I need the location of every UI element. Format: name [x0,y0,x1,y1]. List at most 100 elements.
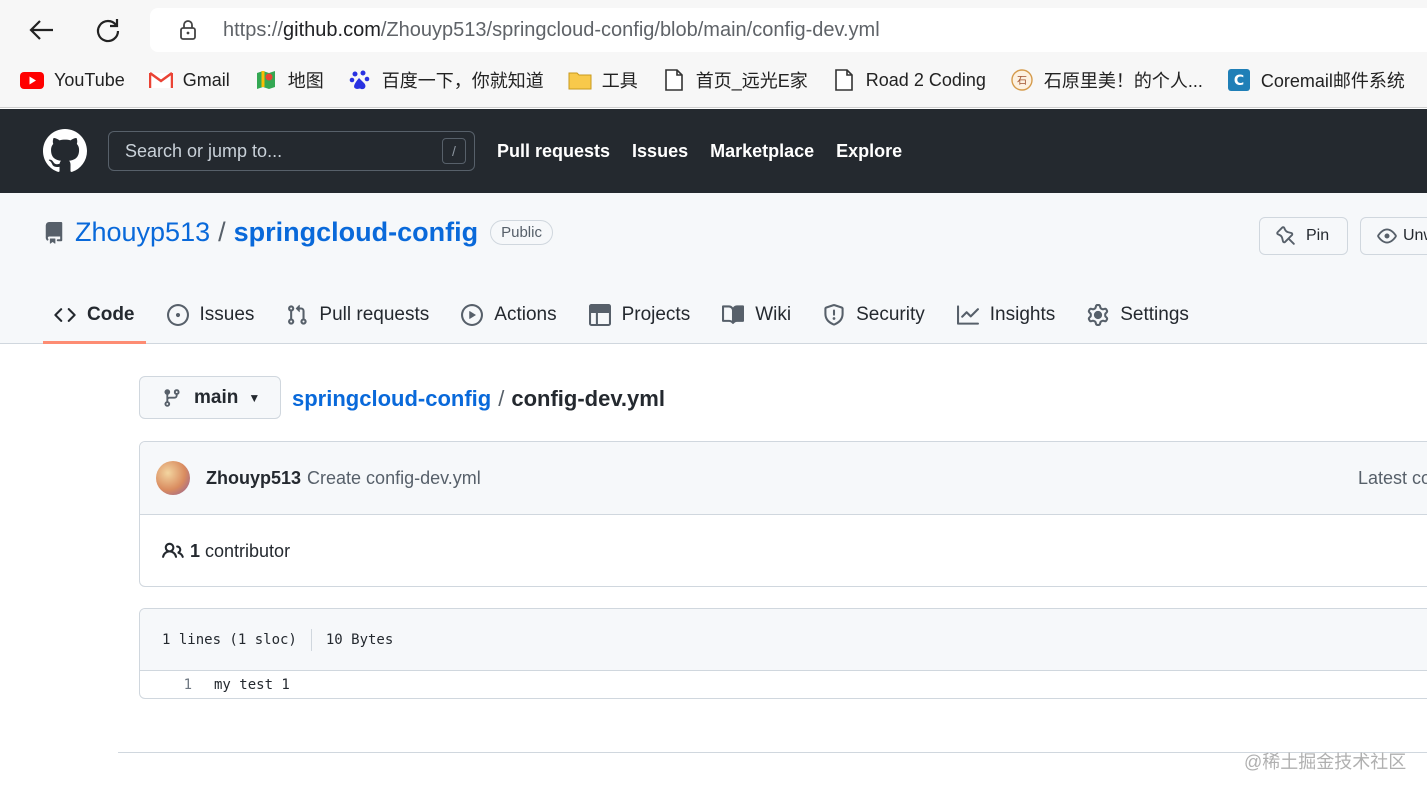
play-icon [461,304,484,326]
bookmark-baidu[interactable]: 百度一下，你就知道 [328,67,548,93]
latest-commit-row: Zhouyp513 Create config-dev.yml Latest c… [140,442,1427,515]
pin-button[interactable]: Pin [1259,217,1348,255]
tab-insights[interactable]: Insights [946,289,1066,341]
repo-owner-link[interactable]: Zhouyp513 [75,217,210,248]
back-arrow-icon [29,20,53,40]
pin-label: Pin [1306,227,1330,244]
repo-icon [45,221,63,244]
github-header: Search or jump to... / Pull requests Iss… [0,109,1427,193]
nav-marketplace[interactable]: Marketplace [710,141,814,162]
tab-code[interactable]: Code [43,289,146,344]
svg-text:C: C [1234,73,1244,89]
nav-pull-requests[interactable]: Pull requests [497,141,610,162]
header-nav: Pull requests Issues Marketplace Explore [497,141,924,162]
tab-label: Wiki [755,304,792,325]
watch-label: Unwatch [1403,227,1427,244]
maps-icon [254,69,278,91]
bookmark-label: Coremail邮件系统 [1260,71,1405,91]
bookmark-road2coding[interactable]: Road 2 Coding [812,69,990,91]
watermark: @稀土掘金技术社区 [1244,752,1407,772]
avatar[interactable] [156,461,190,495]
code-icon [54,308,76,322]
svg-text:石: 石 [1017,76,1027,87]
code-text: my test 1 [214,677,290,693]
repo-tabs: Code Issues Pull requests Actions Projec… [43,289,1210,344]
latest-commit-link[interactable]: Latest co [1358,468,1427,489]
bookmark-yuanguang[interactable]: 首页_远光E家 [642,67,812,93]
tab-actions[interactable]: Actions [450,289,567,341]
bookmark-label: 地图 [287,71,324,91]
folder-icon [568,69,592,91]
tab-label: Insights [989,304,1056,325]
caret-down-icon: ▼ [248,390,261,405]
tab-settings[interactable]: Settings [1076,289,1200,341]
bookmark-coremail[interactable]: C Coremail邮件系统 [1207,67,1409,93]
watch-button[interactable]: Unwatch [1360,217,1427,255]
bookmark-label: 石原里美！的个人... [1043,71,1203,91]
bookmark-youtube[interactable]: YouTube [0,69,129,91]
bookmark-tools-folder[interactable]: 工具 [548,67,642,93]
pull-request-icon [288,304,308,325]
bookmark-maps[interactable]: 地图 [234,67,328,93]
line-count: 1 lines (1 sloc) [162,631,297,648]
visibility-badge: Public [490,220,553,245]
file-info-bar: 1 lines (1 sloc) 10 Bytes [140,609,1427,671]
branch-selector[interactable]: main ▼ [139,376,281,419]
issue-icon [166,304,189,326]
url-path: /Zhouyp513/springcloud-config/blob/main/… [380,18,880,41]
graph-icon [956,305,979,325]
contributor-count: 1 [190,540,201,561]
nav-explore[interactable]: Explore [836,141,902,162]
divider [310,628,312,651]
nav-issues[interactable]: Issues [632,141,688,162]
contributors-row[interactable]: 1 contributor [140,515,1427,586]
repo-name-link[interactable]: springcloud-config [234,217,478,248]
tab-projects[interactable]: Projects [578,289,702,341]
branch-name: main [194,386,239,408]
browser-toolbar: https://github.com/Zhouyp513/springcloud… [0,0,1427,108]
commit-message[interactable]: Create config-dev.yml [307,468,481,489]
tab-label: Security [856,304,925,325]
tab-security[interactable]: Security [812,289,936,341]
search-input[interactable]: Search or jump to... / [108,131,475,171]
pin-icon [1276,226,1295,245]
tab-label: Settings [1120,304,1189,325]
tab-label: Issues [199,304,255,325]
youtube-icon [20,69,44,91]
reload-button[interactable] [90,12,126,48]
reload-icon [96,19,120,43]
bookmark-label: 工具 [601,71,638,91]
table-icon [588,304,611,326]
tab-label: Projects [621,304,691,325]
address-bar[interactable]: https://github.com/Zhouyp513/springcloud… [150,8,1427,52]
breadcrumb-repo-link[interactable]: springcloud-config [292,386,491,412]
page-icon [662,69,686,91]
footer-divider [118,752,1427,753]
commit-author[interactable]: Zhouyp513 [206,468,301,489]
bookmark-gmail[interactable]: Gmail [129,69,234,91]
repo-title: Zhouyp513 / springcloud-config Public [43,217,553,248]
page-icon [832,69,856,91]
commit-box: Zhouyp513 Create config-dev.yml Latest c… [139,441,1427,587]
back-button[interactable] [24,12,60,48]
github-logo-icon[interactable] [43,129,87,173]
bookmarks-bar: YouTube Gmail 地图 百度一下，你就知道 工具 首页_远光E家 Ro… [0,60,1427,100]
search-placeholder: Search or jump to... [125,140,283,161]
tab-issues[interactable]: Issues [156,289,266,341]
breadcrumb: springcloud-config / config-dev.yml [292,386,665,412]
line-number[interactable]: 1 [140,677,200,693]
gear-icon [1088,304,1109,326]
baidu-icon [348,69,372,91]
search-shortcut-key: / [442,138,466,164]
lock-icon [178,20,198,40]
branch-icon [164,388,180,407]
file-viewer: 1 lines (1 sloc) 10 Bytes 1 my test 1 [139,608,1427,699]
coremail-icon: C [1227,69,1251,91]
bookmark-label: 首页_远光E家 [695,71,808,91]
bookmark-ishihara[interactable]: 石 石原里美！的个人... [990,67,1207,93]
tab-pull-requests[interactable]: Pull requests [275,289,440,341]
tab-label: Code [87,304,135,325]
shield-icon [824,304,844,326]
tab-wiki[interactable]: Wiki [711,289,802,341]
eye-icon [1377,228,1397,244]
